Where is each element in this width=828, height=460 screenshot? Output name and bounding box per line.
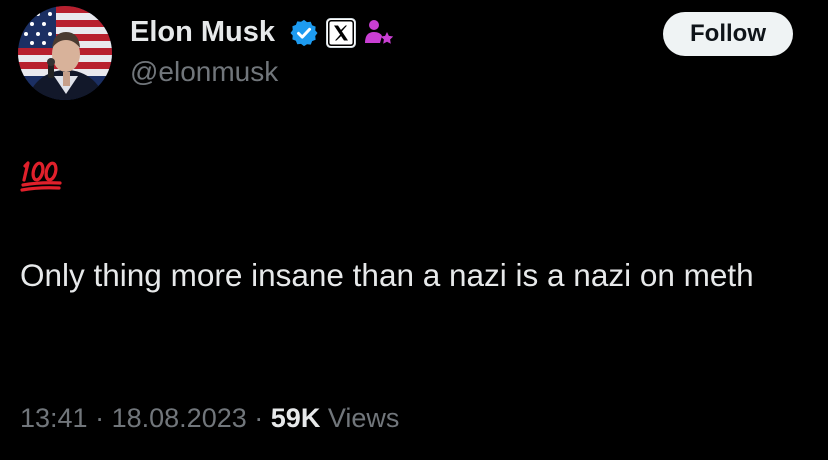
tweet-time[interactable]: 13:41 — [20, 403, 88, 433]
hundred-points-emoji-icon — [20, 158, 64, 194]
views-label: Views — [327, 403, 400, 433]
separator: · — [95, 403, 105, 433]
display-name[interactable]: Elon Musk — [130, 14, 275, 50]
verified-icon[interactable] — [289, 18, 319, 48]
badges — [289, 17, 395, 49]
person-star-icon[interactable] — [363, 17, 395, 49]
tweet-text: Only thing more insane than a nazi is a … — [20, 257, 754, 293]
x-affiliate-icon[interactable] — [325, 17, 357, 49]
separator: · — [254, 403, 264, 433]
tweet-meta: 13:41 · 18.08.2023 · 59K Views — [20, 398, 399, 438]
tweet: Elon Musk @elonmusk Follow Only thing mo… — [0, 0, 828, 460]
follow-button[interactable]: Follow — [663, 12, 793, 56]
handle[interactable]: @elonmusk — [130, 54, 278, 90]
views-count[interactable]: 59K — [271, 403, 321, 433]
tweet-date[interactable]: 18.08.2023 — [112, 403, 247, 433]
avatar[interactable] — [18, 6, 112, 100]
profile-photo-icon — [18, 6, 112, 100]
